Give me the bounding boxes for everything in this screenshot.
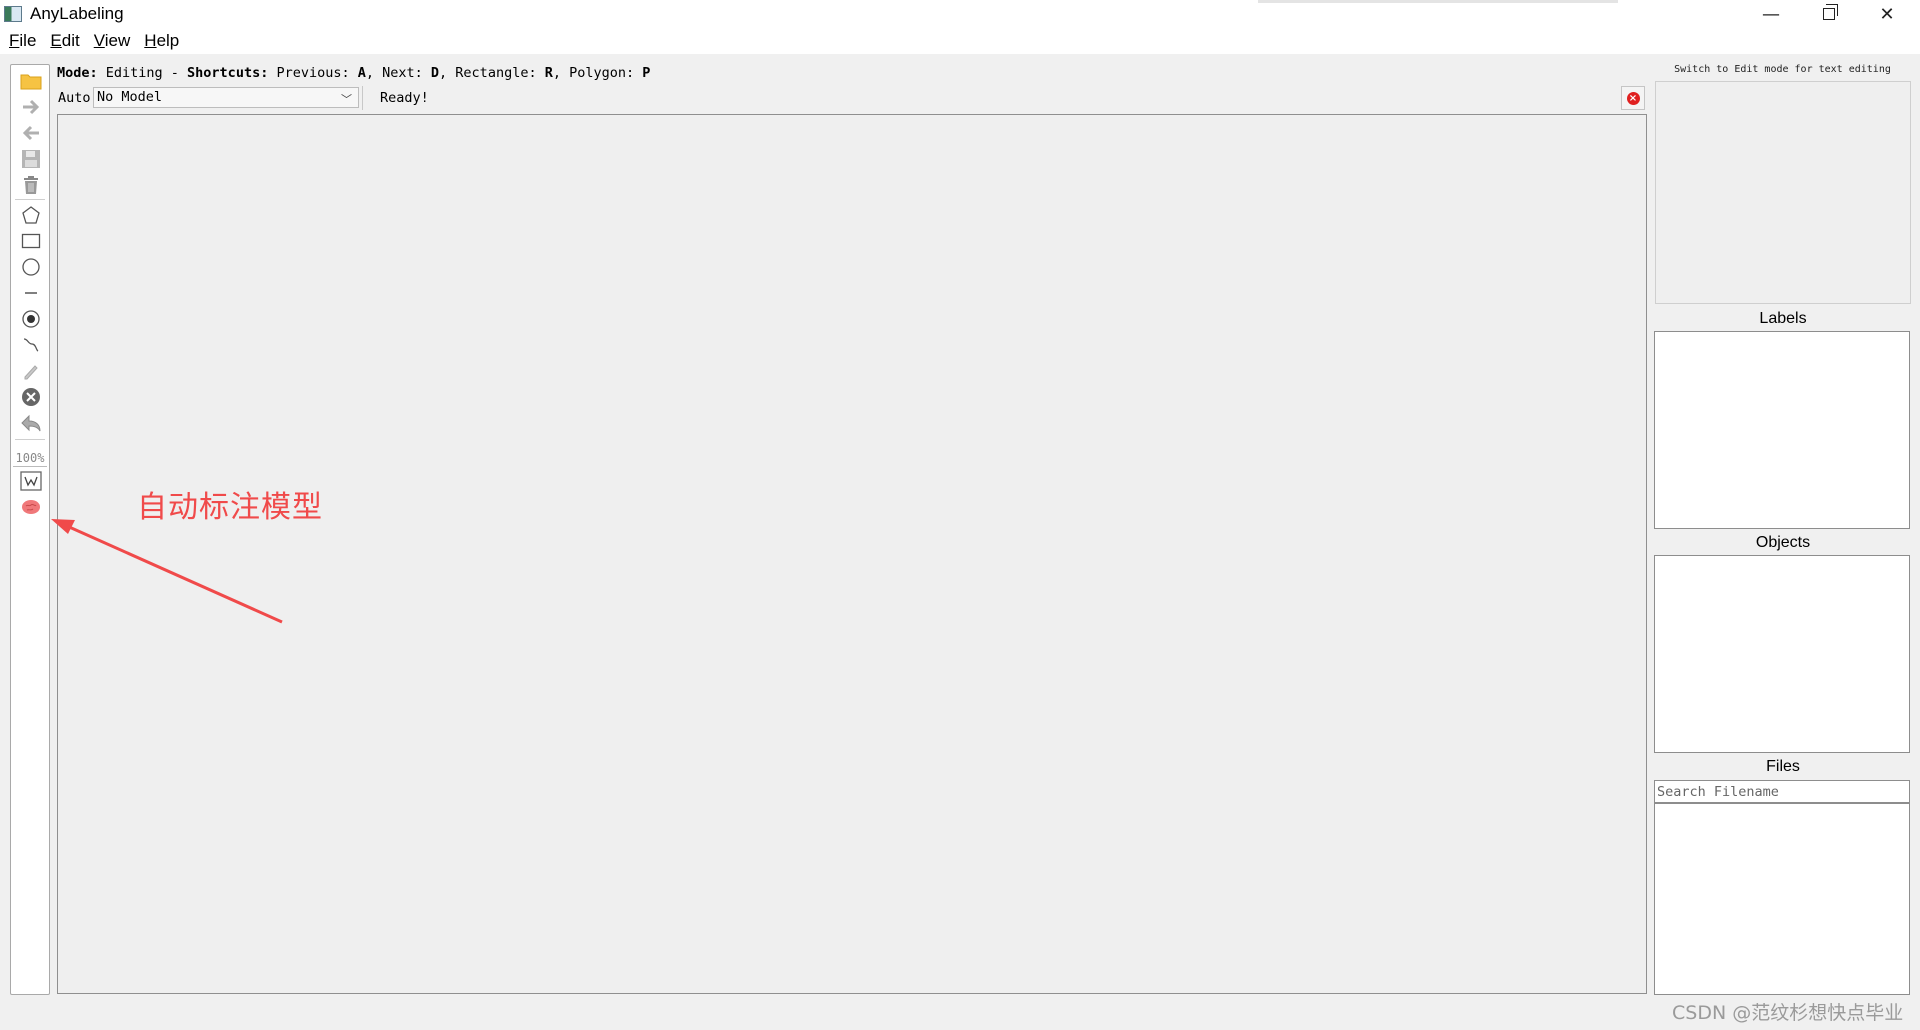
text-preview-panel (1655, 81, 1911, 304)
status-text: Ready! (380, 90, 429, 106)
menu-help[interactable]: Help (137, 28, 186, 54)
restore-icon (1823, 4, 1838, 20)
next-image-icon[interactable] (19, 95, 43, 119)
objects-title: Objects (1755, 534, 1811, 551)
menu-help-label: elp (156, 31, 180, 50)
toolbar-separator (15, 199, 45, 200)
brain-icon[interactable] (19, 495, 43, 519)
edit-pencil-icon[interactable] (19, 359, 43, 383)
menu-file-mnemonic: F (9, 31, 20, 50)
annotation-label: 自动标注模型 (137, 490, 323, 525)
files-title: Files (1766, 758, 1800, 775)
shortcut-next-label: , Next: (365, 65, 431, 81)
mode-key: Mode: (57, 65, 98, 81)
fit-window-icon[interactable] (19, 469, 43, 493)
restore-button[interactable] (1800, 0, 1858, 28)
files-list[interactable] (1654, 803, 1910, 995)
zoom-level[interactable]: 100% (13, 449, 47, 467)
line-icon[interactable] (19, 281, 43, 305)
title-shadow (1258, 0, 1618, 3)
shortcut-next-key: D (430, 65, 440, 81)
edit-mode-hint: Switch to Edit mode for text editing (1674, 64, 1891, 75)
close-button[interactable]: ✕ (1858, 0, 1916, 28)
app-logo-icon (4, 6, 22, 22)
window-title: AnyLabeling (30, 4, 124, 23)
labels-list[interactable] (1654, 331, 1910, 529)
labels-title: Labels (1759, 310, 1807, 327)
shortcut-rect-key: R (544, 65, 553, 81)
watermark: CSDN @范纹杉想快点毕业 (1672, 1002, 1904, 1024)
circle-icon[interactable] (19, 255, 43, 279)
shortcut-rect-label: , Rectangle: (439, 65, 545, 81)
menu-view-mnemonic: V (93, 31, 105, 50)
shortcuts-prev-label: Previous: (268, 65, 358, 81)
mode-shortcuts-line: Mode: Editing - Shortcuts: Previous: A, … (57, 63, 650, 83)
model-select-value: No Model (97, 89, 163, 105)
menu-bar: File Edit View Help (0, 28, 1920, 54)
menu-view[interactable]: View (87, 28, 138, 54)
title-bar: AnyLabeling (0, 0, 1920, 28)
shortcut-poly-key: P (642, 65, 651, 81)
menu-edit-label: dit (61, 31, 80, 50)
menu-file[interactable]: File (2, 28, 43, 54)
shortcut-poly-label: , Polygon: (552, 65, 643, 81)
undo-icon[interactable] (19, 411, 43, 435)
linestrip-icon[interactable] (19, 333, 43, 357)
delete-file-icon[interactable] (19, 173, 43, 197)
menu-view-label: iew (104, 31, 131, 50)
polygon-icon[interactable] (19, 203, 43, 227)
prev-image-icon[interactable] (19, 121, 43, 145)
app-window: AnyLabeling — ✕ File Edit View Help 100%… (0, 0, 1920, 1030)
shortcut-prev-key: A (357, 65, 366, 81)
shortcuts-key: Shortcuts: (187, 65, 269, 81)
cancel-model-button[interactable]: × (1621, 86, 1645, 110)
menu-edit[interactable]: Edit (43, 28, 86, 54)
menu-edit-mnemonic: E (50, 31, 62, 50)
left-toolbar: 100% (10, 64, 50, 995)
menu-file-label: ile (19, 31, 37, 50)
objects-list[interactable] (1654, 555, 1910, 753)
menu-help-mnemonic: H (144, 31, 157, 50)
save-icon[interactable] (19, 147, 43, 171)
rectangle-icon[interactable] (19, 229, 43, 253)
delete-shape-icon[interactable] (19, 385, 43, 409)
mode-value: Editing - (97, 65, 188, 81)
row-separator (362, 86, 363, 110)
model-select[interactable]: No Model ﹀ (93, 87, 359, 108)
minimize-button[interactable]: — (1742, 0, 1800, 28)
point-icon[interactable] (19, 307, 43, 331)
chevron-down-icon: ﹀ (341, 93, 352, 106)
open-folder-icon[interactable] (19, 69, 43, 93)
search-filename-input[interactable] (1654, 780, 1910, 803)
auto-label: Auto (58, 90, 91, 106)
close-icon: × (1626, 91, 1640, 105)
toolbar-separator (15, 439, 45, 440)
image-canvas[interactable] (57, 114, 1647, 994)
